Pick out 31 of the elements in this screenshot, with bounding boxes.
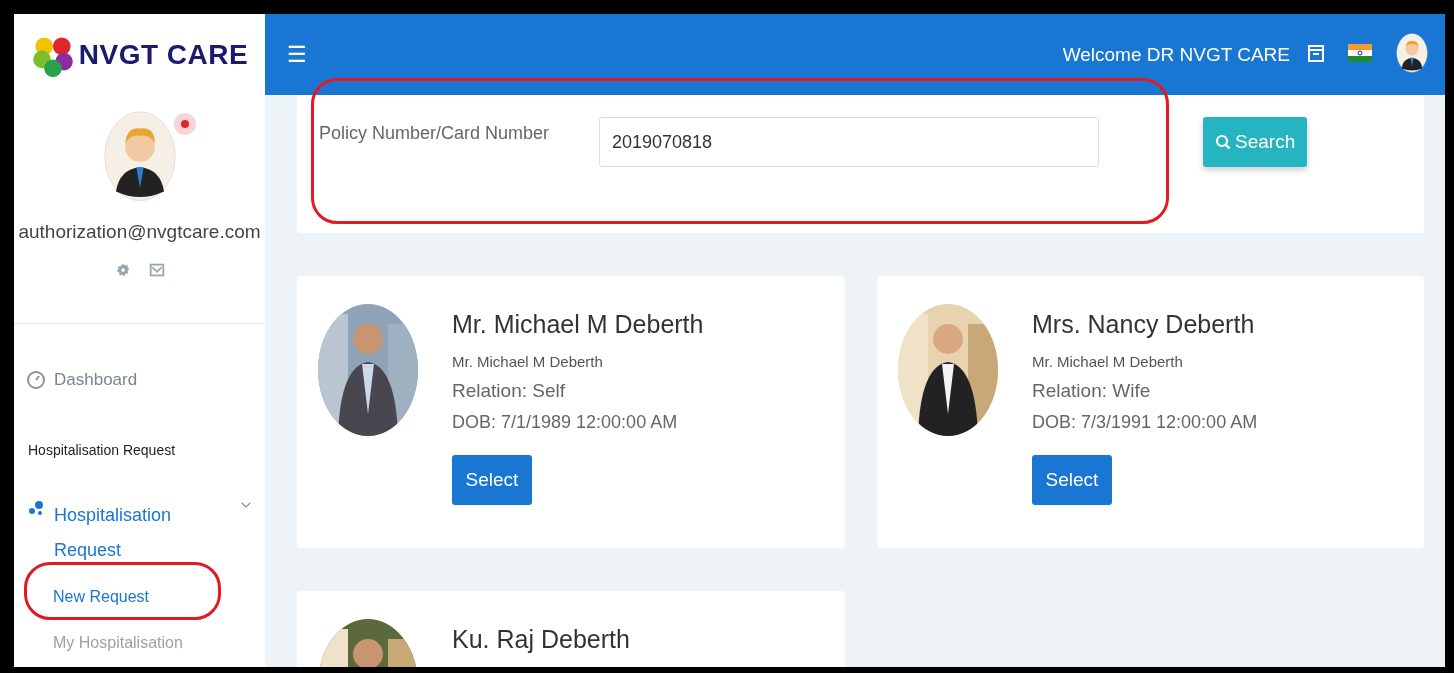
member-subtitle: Mr. Michael M Deberth	[1032, 353, 1184, 370]
member-relation: Relation: Self	[452, 380, 566, 402]
nav-group-label: Hospitalisation Request	[54, 503, 173, 562]
member-dob: DOB: 7/3/1991 12:00:00 AM	[1032, 412, 1258, 433]
search-label: Policy Number/Card Number	[319, 123, 551, 144]
member-name: Mrs. Nancy Deberth	[1032, 310, 1256, 339]
brand-name: NVGT CARE	[78, 38, 249, 71]
nav-subitem[interactable]: My Hospitalisation	[14, 633, 265, 652]
avatar-icon	[102, 110, 177, 203]
member-relation: Relation: Wife	[1032, 380, 1152, 402]
nav-group[interactable]: Hospitalisation Request	[14, 497, 265, 568]
member-name: Mr. Michael M Deberth	[452, 310, 704, 339]
flag-icon	[1348, 43, 1372, 62]
policy-number-field[interactable]: 2019070818	[599, 117, 1099, 167]
welcome-text: Welcome DR NVGT CARE	[1062, 43, 1290, 66]
archive-icon	[1306, 42, 1326, 63]
select-button[interactable]: Select	[452, 455, 532, 505]
gauge-icon	[26, 369, 46, 390]
member-subtitle: Mr. Michael M Deberth	[452, 353, 604, 370]
search-icon	[1215, 134, 1231, 150]
select-button[interactable]: Select	[1032, 455, 1112, 505]
member-name: Ku. Raj Deberth	[452, 625, 630, 654]
search-button[interactable]: Search	[1203, 117, 1308, 167]
nav-item[interactable]: Dashboard	[14, 369, 265, 390]
member-dob: DOB: 7/1/1989 12:00:00 AM	[452, 412, 679, 433]
nav-subitem[interactable]: New Request	[14, 587, 265, 606]
nav-label: Dashboard	[54, 369, 138, 390]
menu-button[interactable]: ☰	[287, 41, 307, 68]
user-avatar-icon	[1396, 32, 1428, 73]
user-email: authorization@nvgtcare.com	[17, 220, 262, 243]
section-heading: Hospitalisation Request	[27, 441, 177, 458]
